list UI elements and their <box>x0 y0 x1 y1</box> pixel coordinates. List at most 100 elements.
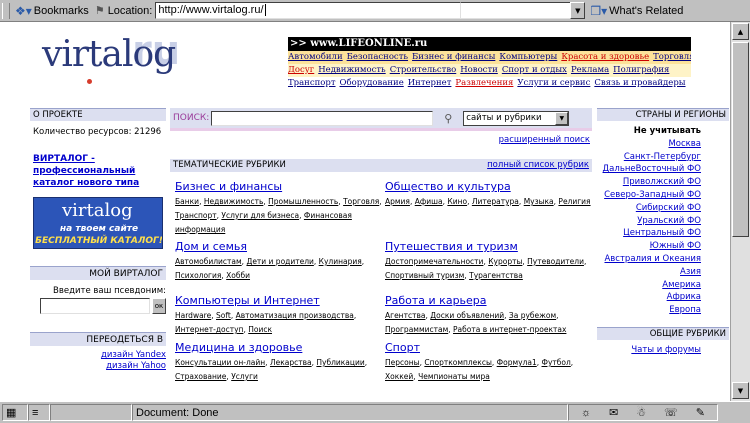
subcategory-link[interactable]: Афиша <box>415 197 443 206</box>
subcategory-link[interactable]: Чемпионаты мира <box>418 372 490 381</box>
free-catalog-banner[interactable]: virtalog на твоем сайте БЕСПЛАТНЫЙ КАТАЛ… <box>33 197 163 249</box>
vertical-scrollbar[interactable]: ▲ ▼ <box>730 22 750 401</box>
mail-icon[interactable]: ✉ <box>609 406 618 419</box>
lifeonline-link[interactable]: Недвижимость <box>318 65 385 75</box>
subcategory-link[interactable]: Персоны <box>385 358 420 367</box>
subcategory-link[interactable]: Автомобилистам <box>175 257 242 266</box>
search-input[interactable] <box>211 110 434 126</box>
lifeonline-link[interactable]: Строительство <box>390 65 457 75</box>
subcategory-link[interactable]: Психология <box>175 271 221 280</box>
full-rubrics-link[interactable]: полный список рубрик <box>487 159 589 172</box>
region-link[interactable]: Санкт-Петербург <box>597 151 701 164</box>
lifeonline-link[interactable]: Досуг <box>288 65 314 75</box>
region-link[interactable]: Северо-Западный ФО <box>597 189 701 202</box>
subcategory-link[interactable]: Футбол <box>542 358 571 367</box>
subcategory-link[interactable]: Спортивный туризм <box>385 271 464 280</box>
rubric-title-link[interactable]: Медицина и здоровье <box>175 341 387 354</box>
lifeonline-link[interactable]: Бизнес и финансы <box>412 52 495 62</box>
lifeonline-link[interactable]: Оборудование <box>340 78 404 88</box>
rubric-title-link[interactable]: Бизнес и финансы <box>175 180 387 193</box>
subcategory-link[interactable]: Работа в интернет-проектах <box>453 325 566 334</box>
promo-link[interactable]: ВИРТАЛОГ - профессиональный каталог ново… <box>30 153 140 189</box>
subcategory-link[interactable]: Промышленность <box>268 197 338 206</box>
nickname-input[interactable] <box>40 298 150 314</box>
news-icon[interactable]: ☃ <box>636 406 646 419</box>
subcategory-link[interactable]: Религия <box>558 197 590 206</box>
lifeonline-link[interactable]: Связь и провайдеры <box>594 78 685 88</box>
subcategory-link[interactable]: Услуги для бизнеса <box>221 211 299 220</box>
toolbar-grip[interactable] <box>2 2 10 19</box>
subcategory-link[interactable]: Автоматизация производства <box>236 311 354 320</box>
subcategory-link[interactable]: Кулинария <box>319 257 362 266</box>
subcategory-link[interactable]: Армия <box>385 197 410 206</box>
subcategory-link[interactable]: Спорткомплексы <box>424 358 492 367</box>
region-link[interactable]: Южный ФО <box>597 240 701 253</box>
subcategory-link[interactable]: Хобби <box>226 271 250 280</box>
subcategory-link[interactable]: Литература <box>472 197 519 206</box>
subcategory-link[interactable]: Интернет-доступ <box>175 325 243 334</box>
subcategory-link[interactable]: Услуги <box>231 372 258 381</box>
subcategory-link[interactable]: Агентства <box>385 311 425 320</box>
subcategory-link[interactable]: Страхование <box>175 372 226 381</box>
subcategory-link[interactable]: Soft <box>216 311 231 320</box>
site-logo[interactable]: ru virtalog <box>42 28 192 87</box>
scroll-down-button[interactable]: ▼ <box>732 382 749 399</box>
subcategory-link[interactable]: Кино <box>447 197 467 206</box>
region-link[interactable]: Азия <box>597 266 701 279</box>
region-ignore[interactable]: Не учитывать <box>597 125 701 138</box>
region-link[interactable]: Африка <box>597 291 701 304</box>
subcategory-link[interactable]: Программистам <box>385 325 448 334</box>
lifeonline-link[interactable]: Торговля <box>653 52 691 62</box>
rubric-title-link[interactable]: Работа и карьера <box>385 294 597 307</box>
region-link[interactable]: ДальнеВосточный ФО <box>597 163 701 176</box>
subcategory-link[interactable]: За рубежом <box>509 311 556 320</box>
search-button[interactable]: ⚲ <box>433 111 463 126</box>
whats-related-button[interactable]: ❒▾ What's Related <box>587 2 686 20</box>
bookmarks-button[interactable]: ❖▾ Bookmarks <box>12 2 92 20</box>
subcategory-link[interactable]: Дети и родители <box>246 257 313 266</box>
rubric-title-link[interactable]: Путешествия и туризм <box>385 240 597 253</box>
url-input[interactable]: http://www.virtalog.ru/ <box>155 2 462 19</box>
lifeonline-link[interactable]: Компьютеры <box>499 52 557 62</box>
region-link[interactable]: Центральный ФО <box>597 227 701 240</box>
region-link[interactable]: Америка <box>597 279 701 292</box>
subcategory-link[interactable]: Доски объявлений <box>430 311 504 320</box>
lifeonline-link[interactable]: Услуги и сервис <box>517 78 590 88</box>
region-link[interactable]: Австралия и Океания <box>597 253 701 266</box>
lifeonline-link[interactable]: Транспорт <box>288 78 336 88</box>
ok-button[interactable]: ок <box>152 298 166 314</box>
url-input-fill[interactable] <box>461 2 571 19</box>
lifeonline-link[interactable]: Автомобили <box>288 52 343 62</box>
region-link[interactable]: Москва <box>597 138 701 151</box>
search-scope-select[interactable]: сайты и рубрики ▼ <box>463 110 570 126</box>
subcategory-link[interactable]: Лекарства <box>270 358 312 367</box>
region-link[interactable]: Европа <box>597 304 701 317</box>
subcategory-link[interactable]: Курорты <box>488 257 522 266</box>
subcategory-link[interactable]: Музыка <box>524 197 554 206</box>
url-dropdown-button[interactable]: ▼ <box>570 2 586 19</box>
address-book-icon[interactable]: ☏ <box>664 406 678 419</box>
region-link[interactable]: Сибирский ФО <box>597 202 701 215</box>
region-link[interactable]: Приволжский ФО <box>597 176 701 189</box>
rubric-title-link[interactable]: Компьютеры и Интернет <box>175 294 387 307</box>
rubric-title-link[interactable]: Общество и культура <box>385 180 597 193</box>
subcategory-link[interactable]: Публикации <box>316 358 364 367</box>
subcategory-link[interactable]: Путеводители <box>527 257 584 266</box>
extended-search-link[interactable]: расширенный поиск <box>499 135 590 145</box>
subcategory-link[interactable]: Турагентства <box>469 271 523 280</box>
goto-link-yandex[interactable]: дизайн Yandex <box>30 350 166 361</box>
subcategory-link[interactable]: Hardware <box>175 311 211 320</box>
subcategory-link[interactable]: Транспорт <box>175 211 217 220</box>
region-link[interactable]: Уральский ФО <box>597 215 701 228</box>
goto-link-yahoo[interactable]: дизайн Yahoo <box>30 361 166 372</box>
scroll-up-button[interactable]: ▲ <box>732 23 749 40</box>
lifeonline-link[interactable]: Полиграфия <box>613 65 669 75</box>
subcategory-link[interactable]: Недвижимость <box>204 197 264 206</box>
lifeonline-link[interactable]: Новости <box>460 65 498 75</box>
composer-icon[interactable]: ✎ <box>696 406 705 419</box>
scroll-thumb[interactable] <box>732 42 749 237</box>
lifeonline-link[interactable]: Безопасность <box>347 52 408 62</box>
subcategory-link[interactable]: Формула1 <box>497 358 537 367</box>
security-lock-panel[interactable]: ▦ <box>2 404 28 421</box>
common-rubric-link[interactable]: Чаты и форумы <box>597 344 701 357</box>
